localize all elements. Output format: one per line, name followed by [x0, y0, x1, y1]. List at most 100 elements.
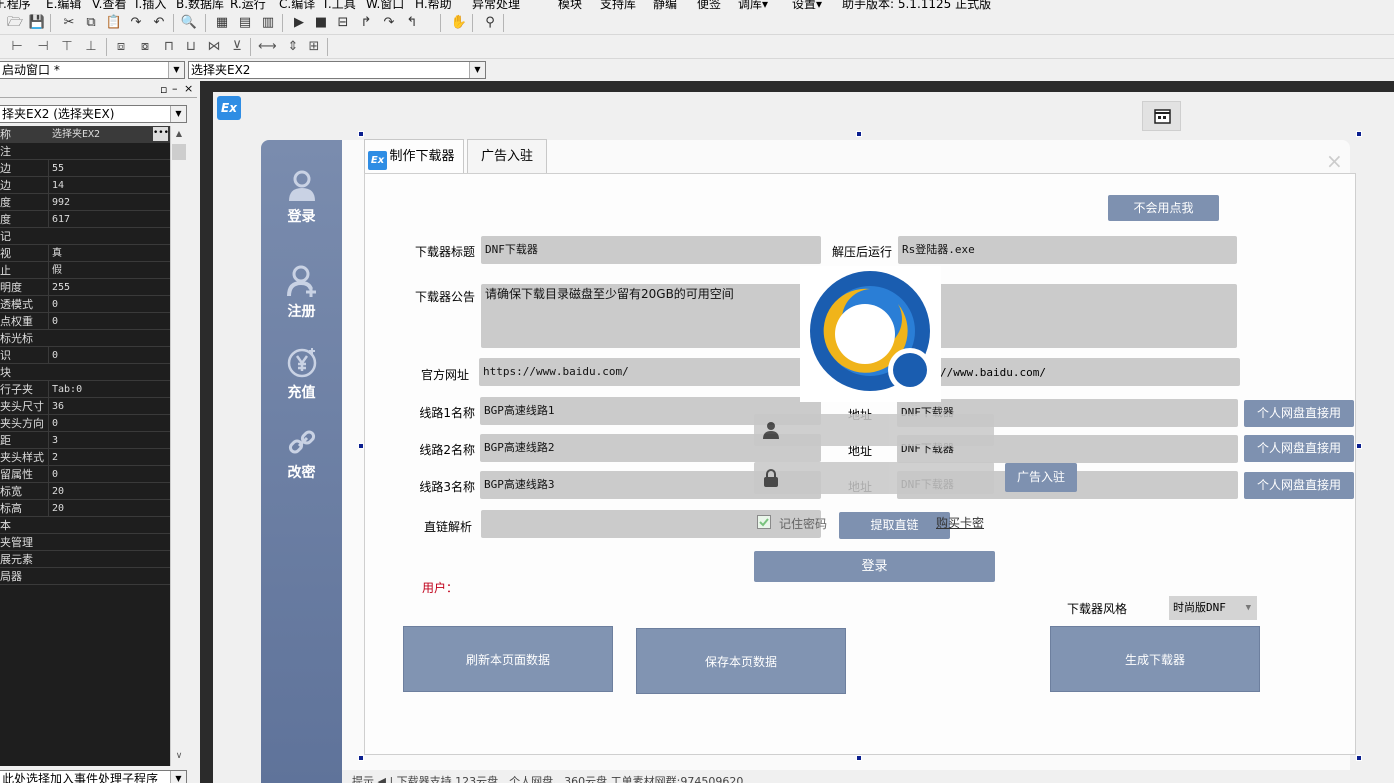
username-input[interactable]: [754, 414, 994, 446]
property-value[interactable]: 真: [48, 245, 168, 262]
property-value[interactable]: 选择夹EX2: [48, 126, 168, 143]
property-row[interactable]: 透模式 0: [0, 296, 170, 313]
layout3-icon[interactable]: ▥: [259, 14, 277, 32]
property-table[interactable]: 称选择夹EX2 ••• 注边 55 边 14 度 992 度 617 记视真止假明度 255 透模式 0 点…: [0, 126, 170, 766]
align-tool-10-icon[interactable]: ⟷: [258, 38, 277, 56]
property-value[interactable]: 255: [48, 279, 168, 296]
menu-item-7[interactable]: T.工具: [322, 0, 356, 11]
menu-item-16[interactable]: 设置▾: [792, 0, 822, 11]
resize-handle[interactable]: [358, 755, 364, 761]
align-tool-12-icon[interactable]: ⊞: [305, 38, 323, 56]
chevron-down-icon[interactable]: ▼: [168, 62, 184, 78]
menu-item-5[interactable]: R.运行: [230, 0, 266, 11]
property-row[interactable]: 止假: [0, 262, 170, 279]
chevron-down-icon[interactable]: ▼: [170, 106, 186, 122]
menu-item-4[interactable]: B.数据库: [176, 0, 224, 11]
scroll-up-icon[interactable]: ▲: [171, 126, 187, 142]
close-icon[interactable]: ×: [184, 82, 193, 95]
property-row[interactable]: 局器: [0, 568, 170, 585]
menu-item-9[interactable]: H.帮助: [415, 0, 452, 11]
property-value[interactable]: Tab:0: [48, 381, 168, 398]
nav-recharge[interactable]: 充值: [261, 346, 342, 402]
property-value[interactable]: 0: [48, 347, 168, 364]
window-combo[interactable]: 启动窗口 * ▼: [0, 61, 185, 79]
property-row[interactable]: 边 55: [0, 160, 170, 177]
ad-button[interactable]: 广告入驻: [1005, 463, 1077, 492]
align-tool-2-icon[interactable]: ⊤: [58, 38, 76, 56]
property-value[interactable]: 36: [48, 398, 168, 415]
nav-login[interactable]: 登录: [261, 170, 342, 226]
property-value[interactable]: 0: [48, 296, 168, 313]
buy-card-link[interactable]: 购买卡密: [936, 514, 984, 531]
property-value[interactable]: 0: [48, 313, 168, 330]
line3-netdisk-button[interactable]: 个人网盘直接用: [1244, 472, 1354, 499]
property-row[interactable]: 视真: [0, 245, 170, 262]
property-row[interactable]: 点权重 0: [0, 313, 170, 330]
property-row[interactable]: 块: [0, 364, 170, 381]
refresh-button[interactable]: 刷新本页面数据: [403, 626, 613, 692]
style-select[interactable]: 时尚版DNF ▼: [1169, 596, 1257, 620]
paste-icon[interactable]: 📋: [105, 14, 123, 32]
align-tool-4-icon[interactable]: ⧈: [112, 38, 130, 56]
ellipsis-button[interactable]: •••: [153, 127, 169, 141]
property-row[interactable]: 留属性 0: [0, 466, 170, 483]
align-tool-11-icon[interactable]: ⇕: [284, 38, 302, 56]
find-icon[interactable]: 🔍: [180, 14, 198, 32]
property-row[interactable]: 本: [0, 517, 170, 534]
chevron-down-icon[interactable]: ▼: [469, 62, 485, 78]
property-value[interactable]: 3: [48, 432, 168, 449]
pin-icon[interactable]: ▫: [160, 83, 167, 96]
property-value[interactable]: 0: [48, 415, 168, 432]
password-input[interactable]: [754, 462, 994, 494]
menu-item-3[interactable]: I.插入: [135, 0, 166, 11]
component-icon[interactable]: [1142, 101, 1181, 131]
menu-item-17[interactable]: 助手版本: 5.1.1125 正式版: [842, 0, 991, 11]
property-row[interactable]: 度 992: [0, 194, 170, 211]
align-tool-7-icon[interactable]: ⊔: [182, 38, 200, 56]
resize-handle[interactable]: [856, 131, 862, 137]
step-out-icon[interactable]: ↰: [403, 14, 421, 32]
chevron-down-icon[interactable]: ▼: [1246, 596, 1251, 620]
property-row[interactable]: 度 617: [0, 211, 170, 228]
menu-item-15[interactable]: 调库▾: [738, 0, 768, 11]
generate-button[interactable]: 生成下载器: [1050, 626, 1260, 692]
align-tool-5-icon[interactable]: ⧇: [136, 38, 154, 56]
save-button[interactable]: 保存本页数据: [636, 628, 846, 694]
remember-checkbox[interactable]: [757, 515, 771, 529]
help-button[interactable]: 不会用点我: [1108, 195, 1219, 221]
event-combo[interactable]: 此处选择加入事件处理子程序 ▼: [0, 770, 187, 783]
property-row[interactable]: 标宽 20: [0, 483, 170, 500]
property-row[interactable]: 注: [0, 143, 170, 160]
property-value[interactable]: 2: [48, 449, 168, 466]
run-icon[interactable]: ▶: [290, 14, 308, 32]
property-value[interactable]: 20: [48, 483, 168, 500]
line1-netdisk-button[interactable]: 个人网盘直接用: [1244, 400, 1354, 427]
title-input[interactable]: DNF下载器: [481, 236, 821, 264]
resize-handle[interactable]: [358, 131, 364, 137]
align-tool-0-icon[interactable]: ⊢: [8, 38, 26, 56]
align-tool-9-icon[interactable]: ⊻: [228, 38, 246, 56]
align-tool-6-icon[interactable]: ⊓: [160, 38, 178, 56]
property-row[interactable]: 夹管理: [0, 534, 170, 551]
step-icon[interactable]: ⊟: [334, 14, 352, 32]
login-button[interactable]: 登录: [754, 551, 995, 582]
menu-item-8[interactable]: W.窗口: [366, 0, 404, 11]
property-row[interactable]: 记: [0, 228, 170, 245]
property-value[interactable]: 617: [48, 211, 168, 228]
menu-item-0[interactable]: F.程序: [0, 0, 31, 11]
property-row[interactable]: 边 14: [0, 177, 170, 194]
property-value[interactable]: 55: [48, 160, 168, 177]
cut-icon[interactable]: ✂: [60, 14, 78, 32]
nav-change-password[interactable]: 改密: [261, 426, 342, 482]
get-link-button[interactable]: 提取直链: [839, 512, 950, 539]
property-row[interactable]: 行子夹 Tab:0: [0, 381, 170, 398]
stop-icon[interactable]: ■: [312, 14, 330, 32]
menu-item-12[interactable]: 支持库: [600, 0, 636, 11]
chevron-down-icon[interactable]: ▼: [170, 771, 186, 783]
layout1-icon[interactable]: ▦: [213, 14, 231, 32]
object-combo[interactable]: 择夹EX2 (选择夹EX) ▼: [0, 105, 187, 123]
menu-item-1[interactable]: E.编辑: [46, 0, 81, 11]
line2-netdisk-button[interactable]: 个人网盘直接用: [1244, 435, 1354, 462]
property-value[interactable]: 14: [48, 177, 168, 194]
menu-item-13[interactable]: 静编: [653, 0, 677, 11]
